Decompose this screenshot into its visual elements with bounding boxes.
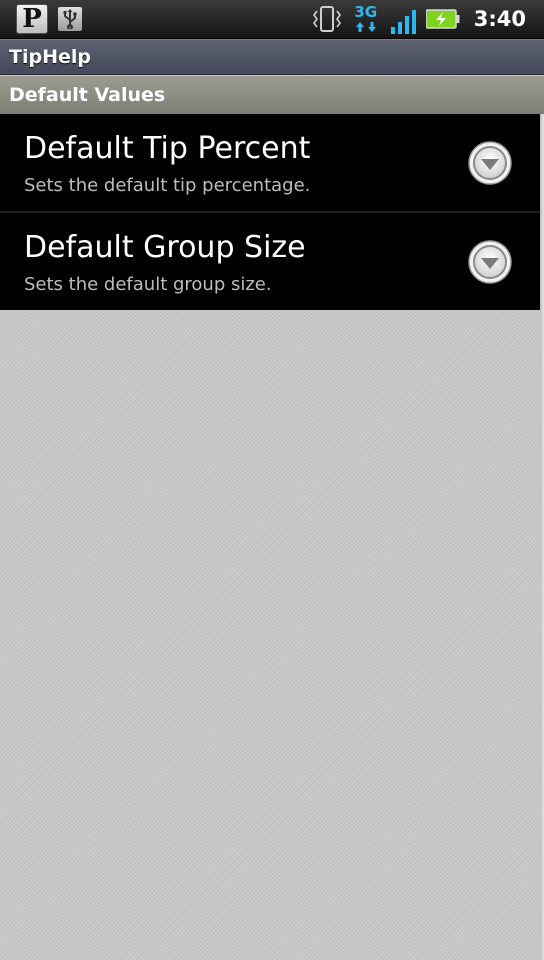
pref-summary: Sets the default tip percentage. <box>24 175 311 196</box>
title-bar: TipHelp <box>0 39 544 75</box>
scroll-edge <box>540 114 544 960</box>
pref-summary: Sets the default group size. <box>24 274 272 295</box>
data-arrows-icon <box>355 22 376 32</box>
section-header: Default Values <box>0 76 544 114</box>
clock: 3:40 <box>473 7 526 31</box>
pref-default-tip-percent[interactable]: Default Tip Percent Sets the default tip… <box>0 114 540 211</box>
dropdown-arrow-icon[interactable] <box>467 140 513 186</box>
dropdown-arrow-icon[interactable] <box>467 239 513 285</box>
preference-list: Default Tip Percent Sets the default tip… <box>0 114 540 310</box>
vibrate-icon <box>312 6 341 32</box>
section-title: Default Values <box>9 84 166 106</box>
pref-default-group-size[interactable]: Default Group Size Sets the default grou… <box>0 211 540 310</box>
usb-icon <box>58 7 82 31</box>
status-bar: P 3G 3:40 <box>0 0 544 39</box>
app-title: TipHelp <box>9 46 91 68</box>
pandora-icon: P <box>16 4 48 34</box>
signal-icon <box>390 10 416 34</box>
status-bar-left: P <box>16 4 82 34</box>
battery-charging-icon <box>425 9 460 29</box>
pref-title: Default Tip Percent <box>24 131 311 166</box>
pref-title: Default Group Size <box>24 230 306 265</box>
3g-icon: 3G <box>352 4 380 34</box>
network-type-label: 3G <box>354 3 378 21</box>
status-bar-right: 3G 3:40 <box>312 3 526 35</box>
